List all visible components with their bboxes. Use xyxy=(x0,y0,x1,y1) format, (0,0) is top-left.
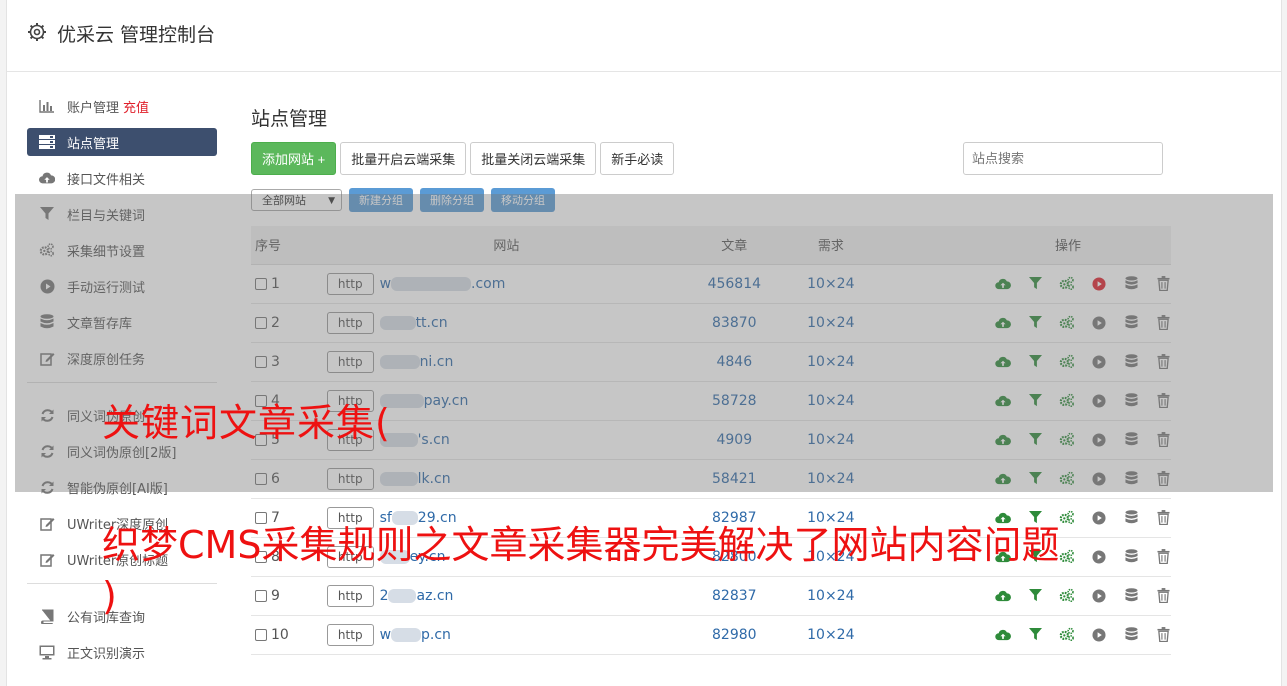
watermark-line-3: ) xyxy=(102,574,117,618)
watermark-line-1: 关键词文章采集( xyxy=(102,401,391,445)
site-cell: http w p.cn xyxy=(326,615,686,655)
domain-prefix: 2 xyxy=(379,587,389,604)
play-icon[interactable] xyxy=(1091,510,1107,526)
edit-icon xyxy=(39,515,55,531)
site-domain[interactable]: w p.cn xyxy=(380,627,451,643)
watermark-line-2: 织梦CMS采集规则之文章采集器完美解决了网站内容问题 xyxy=(102,523,1060,567)
database-icon[interactable] xyxy=(1123,627,1139,643)
page-title: 站点管理 xyxy=(251,108,328,130)
sidebar-item-label: 站点管理 xyxy=(67,136,120,152)
ops-cell xyxy=(879,576,1171,616)
cloud-upload-icon[interactable] xyxy=(995,588,1011,604)
sidebar-item-interface-files[interactable]: 接口文件相关 xyxy=(27,164,217,192)
sidebar-item-label: 正文识别演示 xyxy=(67,646,146,662)
trash-icon[interactable] xyxy=(1155,588,1171,604)
protocol-badge[interactable]: http xyxy=(326,584,374,607)
trash-icon[interactable] xyxy=(1155,510,1171,526)
trash-icon[interactable] xyxy=(1155,627,1171,643)
cloud-upload-icon[interactable] xyxy=(995,627,1011,643)
monitor-icon xyxy=(39,644,55,660)
demand-value[interactable]: 10×24 xyxy=(782,576,879,616)
row-number: 10 xyxy=(271,626,289,643)
play-icon[interactable] xyxy=(1091,588,1107,604)
row-number-cell: 9 xyxy=(251,576,327,616)
row-checkbox[interactable] xyxy=(255,628,267,641)
main-content: 站点管理 添加网站 + 批量开启云端采集 批量关闭云端采集 新手必读 全部网站 … xyxy=(251,92,1171,655)
edit-icon xyxy=(39,551,55,567)
domain-prefix: w xyxy=(379,626,392,643)
database-icon[interactable] xyxy=(1123,549,1139,565)
table-row: 10 http w p.cn 82980 10×24 xyxy=(251,615,1171,655)
site-domain[interactable]: 2 az.cn xyxy=(380,588,454,604)
sidebar-divider xyxy=(27,583,217,584)
sidebar-item-text-recognition[interactable]: 正文识别演示 xyxy=(27,638,217,666)
batch-disable-cloud-button[interactable]: 批量关闭云端采集 xyxy=(470,142,597,175)
sidebar-item-account[interactable]: 账户管理 充值 xyxy=(27,92,217,120)
row-number-cell: 10 xyxy=(251,615,327,655)
beginner-guide-button[interactable]: 新手必读 xyxy=(600,142,675,175)
play-icon[interactable] xyxy=(1091,549,1107,565)
article-count[interactable]: 82980 xyxy=(685,615,783,655)
toolbar: 添加网站 + 批量开启云端采集 批量关闭云端采集 新手必读 xyxy=(251,142,675,175)
demand-value[interactable]: 10×24 xyxy=(782,615,879,655)
app-title: 优采云 管理控制台 xyxy=(57,24,216,46)
recharge-link[interactable]: 充值 xyxy=(123,97,149,116)
cogs-icon[interactable] xyxy=(1059,627,1075,643)
row-checkbox[interactable] xyxy=(255,589,267,602)
dim-overlay xyxy=(15,194,1273,492)
top-header: 优采云 管理控制台 xyxy=(7,0,1281,72)
database-icon[interactable] xyxy=(1123,588,1139,604)
row-number: 9 xyxy=(271,587,280,604)
sidebar-item-public-lexicon[interactable]: 公有词库查询 xyxy=(27,602,217,630)
cloud-upload-icon xyxy=(39,170,55,186)
database-icon[interactable] xyxy=(1123,510,1139,526)
sidebar-item-label: 账户管理 xyxy=(67,100,120,116)
batch-enable-cloud-button[interactable]: 批量开启云端采集 xyxy=(340,142,467,175)
site-search-input[interactable] xyxy=(963,142,1163,175)
bar-chart-icon xyxy=(39,98,55,114)
sidebar-item-sites[interactable]: 站点管理 xyxy=(27,128,217,156)
table-row: 9 http 2 az.cn 82837 10×24 xyxy=(251,576,1171,616)
play-icon[interactable] xyxy=(1091,627,1107,643)
domain-suffix: az.cn xyxy=(416,587,454,604)
gear-icon xyxy=(28,23,46,41)
server-icon xyxy=(39,134,55,150)
domain-suffix: p.cn xyxy=(421,626,451,643)
trash-icon[interactable] xyxy=(1155,549,1171,565)
cogs-icon[interactable] xyxy=(1059,549,1075,565)
filter-icon[interactable] xyxy=(1027,588,1043,604)
site-cell: http 2 az.cn xyxy=(326,576,686,616)
book-icon xyxy=(39,608,55,624)
add-site-button[interactable]: 添加网站 + xyxy=(251,142,337,175)
cogs-icon[interactable] xyxy=(1059,588,1075,604)
cogs-icon[interactable] xyxy=(1059,510,1075,526)
ops-cell xyxy=(879,615,1171,655)
filter-icon[interactable] xyxy=(1027,627,1043,643)
redacted-block xyxy=(391,627,422,642)
redacted-block xyxy=(388,588,417,603)
protocol-badge[interactable]: http xyxy=(326,623,374,646)
article-count[interactable]: 82837 xyxy=(685,576,783,616)
sidebar-item-label: 接口文件相关 xyxy=(67,172,146,188)
